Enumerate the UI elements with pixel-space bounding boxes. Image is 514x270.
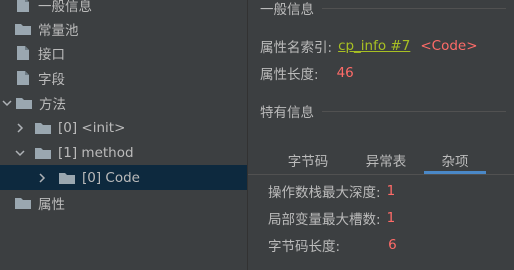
tab-label: 异常表 <box>365 154 407 170</box>
field-label: 属性名索引: <box>260 40 333 56</box>
folder-icon <box>13 16 33 41</box>
tab-label: 字节码 <box>287 154 329 170</box>
tree-item-general-info[interactable]: 一般信息 <box>0 0 247 17</box>
file-icon <box>13 0 33 17</box>
attribute-name-value: <Code> <box>420 38 478 54</box>
field-value: 1 <box>386 183 396 199</box>
tree-item-method-method[interactable]: [1] method <box>0 140 247 165</box>
field-label: 属性长度: <box>260 67 319 83</box>
tree-item-attributes[interactable]: 属性 <box>0 190 247 215</box>
tree-item-method-init[interactable]: [0] <init> <box>0 115 247 140</box>
tab-bytecode[interactable]: 字节码 <box>272 146 344 174</box>
tree-item-label: 字段 <box>38 71 65 88</box>
tree-item-constant-pool[interactable]: 常量池 <box>0 16 247 41</box>
field-label: 字节码长度: <box>268 239 341 255</box>
field-value: 1 <box>386 210 396 226</box>
folder-icon <box>33 115 53 140</box>
chevron-down-icon[interactable] <box>13 140 27 165</box>
tree-item-label: [1] method <box>58 144 134 161</box>
tab-misc[interactable]: 杂项 <box>424 146 486 174</box>
file-icon <box>13 65 33 90</box>
file-icon <box>13 40 33 65</box>
tree-item-fields[interactable]: 字段 <box>0 65 247 90</box>
tab-exception-table[interactable]: 异常表 <box>350 146 422 174</box>
section-title: 特有信息 <box>260 105 314 121</box>
field-label: 局部变量最大槽数: <box>268 212 381 228</box>
tree-item-label: 一般信息 <box>38 0 92 15</box>
chevron-right-icon[interactable] <box>35 165 49 190</box>
tree-item-label: 方法 <box>39 96 66 113</box>
folder-icon <box>13 190 33 215</box>
class-structure-tree[interactable]: 一般信息 常量池 接口 字段 方法 [0] <init> [1] method … <box>0 0 247 270</box>
cp-info-link[interactable]: cp_info #7 <box>338 38 410 54</box>
divider <box>322 110 506 112</box>
folder-icon <box>57 165 77 190</box>
field-label: 操作数栈最大深度: <box>268 185 381 201</box>
tree-item-label: [0] Code <box>82 169 140 186</box>
divider <box>322 7 506 9</box>
section-title: 一般信息 <box>260 2 314 18</box>
tab-divider <box>248 174 514 175</box>
folder-icon <box>14 90 34 115</box>
specific-info-header: 特有信息 <box>260 101 514 121</box>
max-locals-field: 局部变量最大槽数: 1 <box>268 207 395 229</box>
general-info-header: 一般信息 <box>260 0 514 18</box>
tree-item-label: 常量池 <box>38 22 79 39</box>
tab-label: 杂项 <box>441 154 469 170</box>
folder-icon <box>33 140 53 165</box>
field-value: 6 <box>388 237 397 253</box>
chevron-down-icon[interactable] <box>0 90 14 115</box>
chevron-right-icon[interactable] <box>13 115 27 140</box>
tree-item-interfaces[interactable]: 接口 <box>0 40 247 65</box>
tree-item-label: 接口 <box>38 46 65 63</box>
tab-bar: 字节码 异常表 杂项 <box>248 146 514 174</box>
code-length-field: 字节码长度: 6 <box>268 234 397 256</box>
field-value: 46 <box>336 65 354 81</box>
tree-item-code[interactable]: [0] Code <box>0 165 247 190</box>
attribute-length-field: 属性长度: 46 <box>260 62 354 84</box>
tree-item-label: 属性 <box>38 196 65 213</box>
max-stack-field: 操作数栈最大深度: 1 <box>268 180 395 202</box>
tree-item-label: [0] <init> <box>58 119 126 136</box>
details-panel: 一般信息 属性名索引: cp_info #7 <Code> 属性长度: 46 特… <box>248 0 514 270</box>
name-index-field: 属性名索引: cp_info #7 <Code> <box>260 35 478 57</box>
tree-item-methods[interactable]: 方法 <box>0 90 247 115</box>
